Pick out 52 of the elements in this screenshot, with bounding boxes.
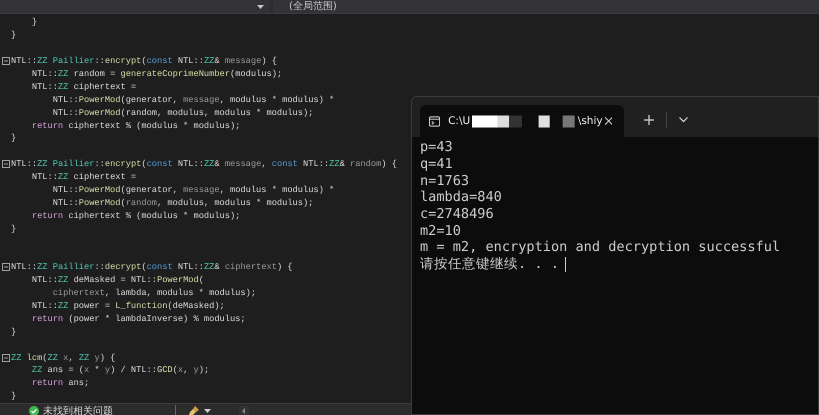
tab-title: \shiy xyxy=(578,115,603,127)
code-line: } xyxy=(30,16,38,28)
code-line: NTL::PowerMod(random, modulus, modulus * modulus); xyxy=(52,106,314,119)
scope-dropdown[interactable]: (全局范围) xyxy=(273,0,819,13)
code-line: return ans; xyxy=(30,377,90,390)
close-icon[interactable] xyxy=(604,117,612,125)
scroll-left-icon[interactable] xyxy=(239,406,249,415)
code-line: NTL::PowerMod(generator, message, modulus * modulus) * xyxy=(52,184,334,196)
code-line: NTL::ZZ Paillier::encrypt(const NTL::ZZ& message, const NTL::ZZ& random) { xyxy=(11,158,397,170)
collapse-icon[interactable] xyxy=(2,160,10,168)
terminal-output-line: lambda=840 xyxy=(420,189,502,206)
code-line: ZZ ans = (x * y) / NTL::GCD(x, y); xyxy=(30,364,210,376)
code-line: NTL::ZZ ciphertext = xyxy=(30,80,136,93)
new-tab-icon[interactable] xyxy=(644,115,654,125)
code-line: } xyxy=(11,326,16,338)
code-line: NTL::ZZ deMasked = NTL::PowerMod( xyxy=(30,274,204,286)
code-line: NTL::PowerMod(random, modulus, modulus * modulus); xyxy=(52,196,314,209)
code-line: } xyxy=(11,29,16,42)
tab-title: C:\U xyxy=(448,115,470,127)
terminal-output-line: m2=10 xyxy=(420,222,461,239)
terminal-output-line: m = m2, encryption and decryption successful xyxy=(420,239,780,256)
code-line: return ciphertext % (modulus * modulus); xyxy=(30,120,240,132)
code-line: return (power * lambdaInverse) % modulus; xyxy=(30,312,246,325)
collapse-icon[interactable] xyxy=(2,354,10,362)
code-line: NTL::ZZ random = generateCoprimeNumber(modulus); xyxy=(30,68,282,80)
terminal-output-line: c=2748496 xyxy=(420,206,494,222)
terminal-output-line: 请按任意键继续. . . xyxy=(420,255,559,274)
terminal-output-line: n=1763 xyxy=(420,172,470,189)
code-line: } xyxy=(11,390,16,402)
brush-icon[interactable] xyxy=(188,404,200,415)
code-line: return ciphertext % (modulus * modulus); xyxy=(30,210,240,222)
code-line: NTL::ZZ power = L_function(deMasked); xyxy=(30,300,225,312)
issues-status[interactable]: 未找到相关问题 xyxy=(43,404,113,415)
code-line: NTL::ZZ ciphertext = xyxy=(30,171,136,184)
caret-icon xyxy=(257,4,264,8)
code-line: NTL::ZZ Paillier::encrypt(const NTL::ZZ& message) { xyxy=(11,55,277,68)
terminal-icon xyxy=(429,116,440,126)
collapse-icon[interactable] xyxy=(2,57,10,66)
collapse-icon[interactable] xyxy=(2,263,10,272)
check-icon xyxy=(29,406,39,415)
code-line: } xyxy=(11,132,16,144)
chevron-down-icon[interactable] xyxy=(679,117,688,123)
code-line: NTL::ZZ Paillier::decrypt(const NTL::ZZ& ciphertext) { xyxy=(11,261,293,274)
terminal-tab[interactable]: C:\U \shiy xyxy=(420,105,624,137)
terminal-output-line: q=41 xyxy=(420,156,453,172)
code-line: ciphertext, lambda, modulus * modulus); xyxy=(52,287,256,300)
terminal-output-line: p=43 xyxy=(420,139,453,156)
code-line: ZZ lcm(ZZ x, ZZ y) { xyxy=(11,352,116,364)
text-cursor xyxy=(564,256,566,272)
caret-icon[interactable] xyxy=(204,408,211,413)
code-line: } xyxy=(11,222,16,235)
code-line: NTL::PowerMod(generator, message, modulus * modulus) * xyxy=(52,94,334,106)
